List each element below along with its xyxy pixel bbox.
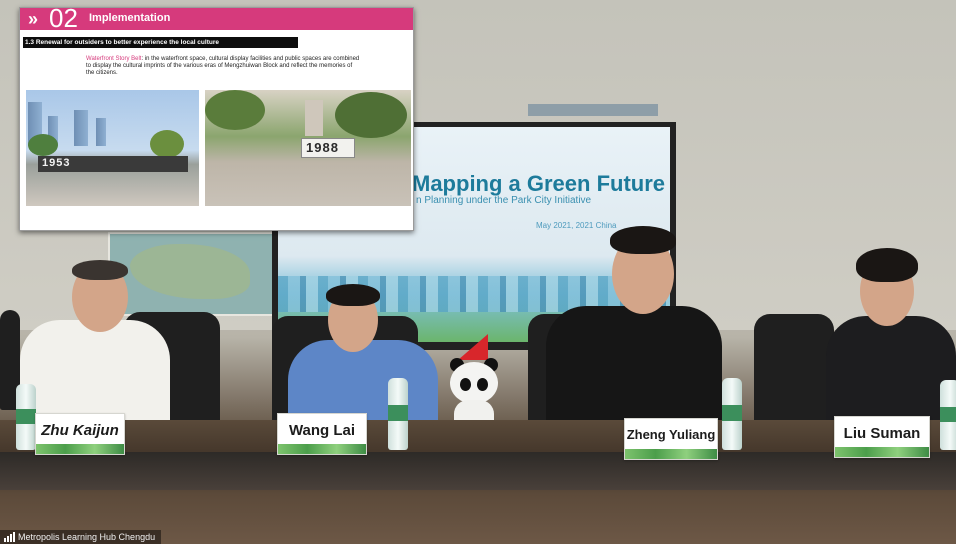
- water-bottle: [940, 380, 956, 450]
- slide-header: » 02 Implementation: [20, 7, 413, 33]
- nameplate: Zhu Kaijun: [35, 413, 125, 455]
- shared-slide: » 02 Implementation 1.3 Renewal for outs…: [19, 7, 414, 231]
- monument-wall: 1953: [38, 156, 188, 172]
- water-bottle: [16, 384, 36, 450]
- water-bottle: [388, 378, 408, 450]
- slide-photo-plaza: 1988: [205, 90, 411, 206]
- participant: [826, 246, 956, 426]
- nameplate: Zheng Yuliang: [624, 418, 718, 460]
- nameplate-name: Zhu Kaijun: [41, 422, 119, 439]
- participant: [546, 226, 726, 426]
- double-chevron-icon: »: [28, 9, 39, 29]
- wall-banner: [528, 104, 658, 116]
- screen-title: Mapping a Green Future: [412, 171, 666, 196]
- sign-year-text: 1988: [306, 140, 339, 155]
- slide-number: 02: [49, 7, 78, 33]
- participant: [288, 284, 448, 432]
- participant: [20, 260, 180, 430]
- chair: [754, 314, 834, 426]
- slide-body: Waterfront Story Belt: in the waterfront…: [86, 56, 361, 78]
- section-heading-bar: 1.3 Renewal for outsiders to better expe…: [23, 37, 298, 48]
- slide-photo-waterfront: 1953: [26, 90, 199, 206]
- meeting-name: Metropolis Learning Hub Chengdu: [18, 532, 156, 542]
- nameplate: Wang Lai: [277, 413, 367, 455]
- wall-year-text: 1953: [42, 157, 71, 169]
- monument-sign: 1988: [301, 138, 355, 158]
- nameplate: Liu Suman: [834, 416, 930, 458]
- water-bottle: [722, 378, 742, 450]
- screen-subtitle: n Planning under the Park City Initiativ…: [416, 195, 592, 206]
- nameplate-name: Liu Suman: [843, 425, 921, 442]
- body-highlight: Waterfront Story Belt: [86, 56, 142, 62]
- nameplate-name: Wang Lai: [288, 422, 356, 439]
- signal-bars-icon: [4, 532, 15, 542]
- table-edge: [0, 452, 956, 490]
- slide-title: Implementation: [89, 12, 171, 24]
- nameplate-name: Zheng Yuliang: [626, 427, 716, 442]
- section-heading: 1.3 Renewal for outsiders to better expe…: [25, 39, 219, 46]
- meeting-name-label: Metropolis Learning Hub Chengdu: [0, 530, 162, 544]
